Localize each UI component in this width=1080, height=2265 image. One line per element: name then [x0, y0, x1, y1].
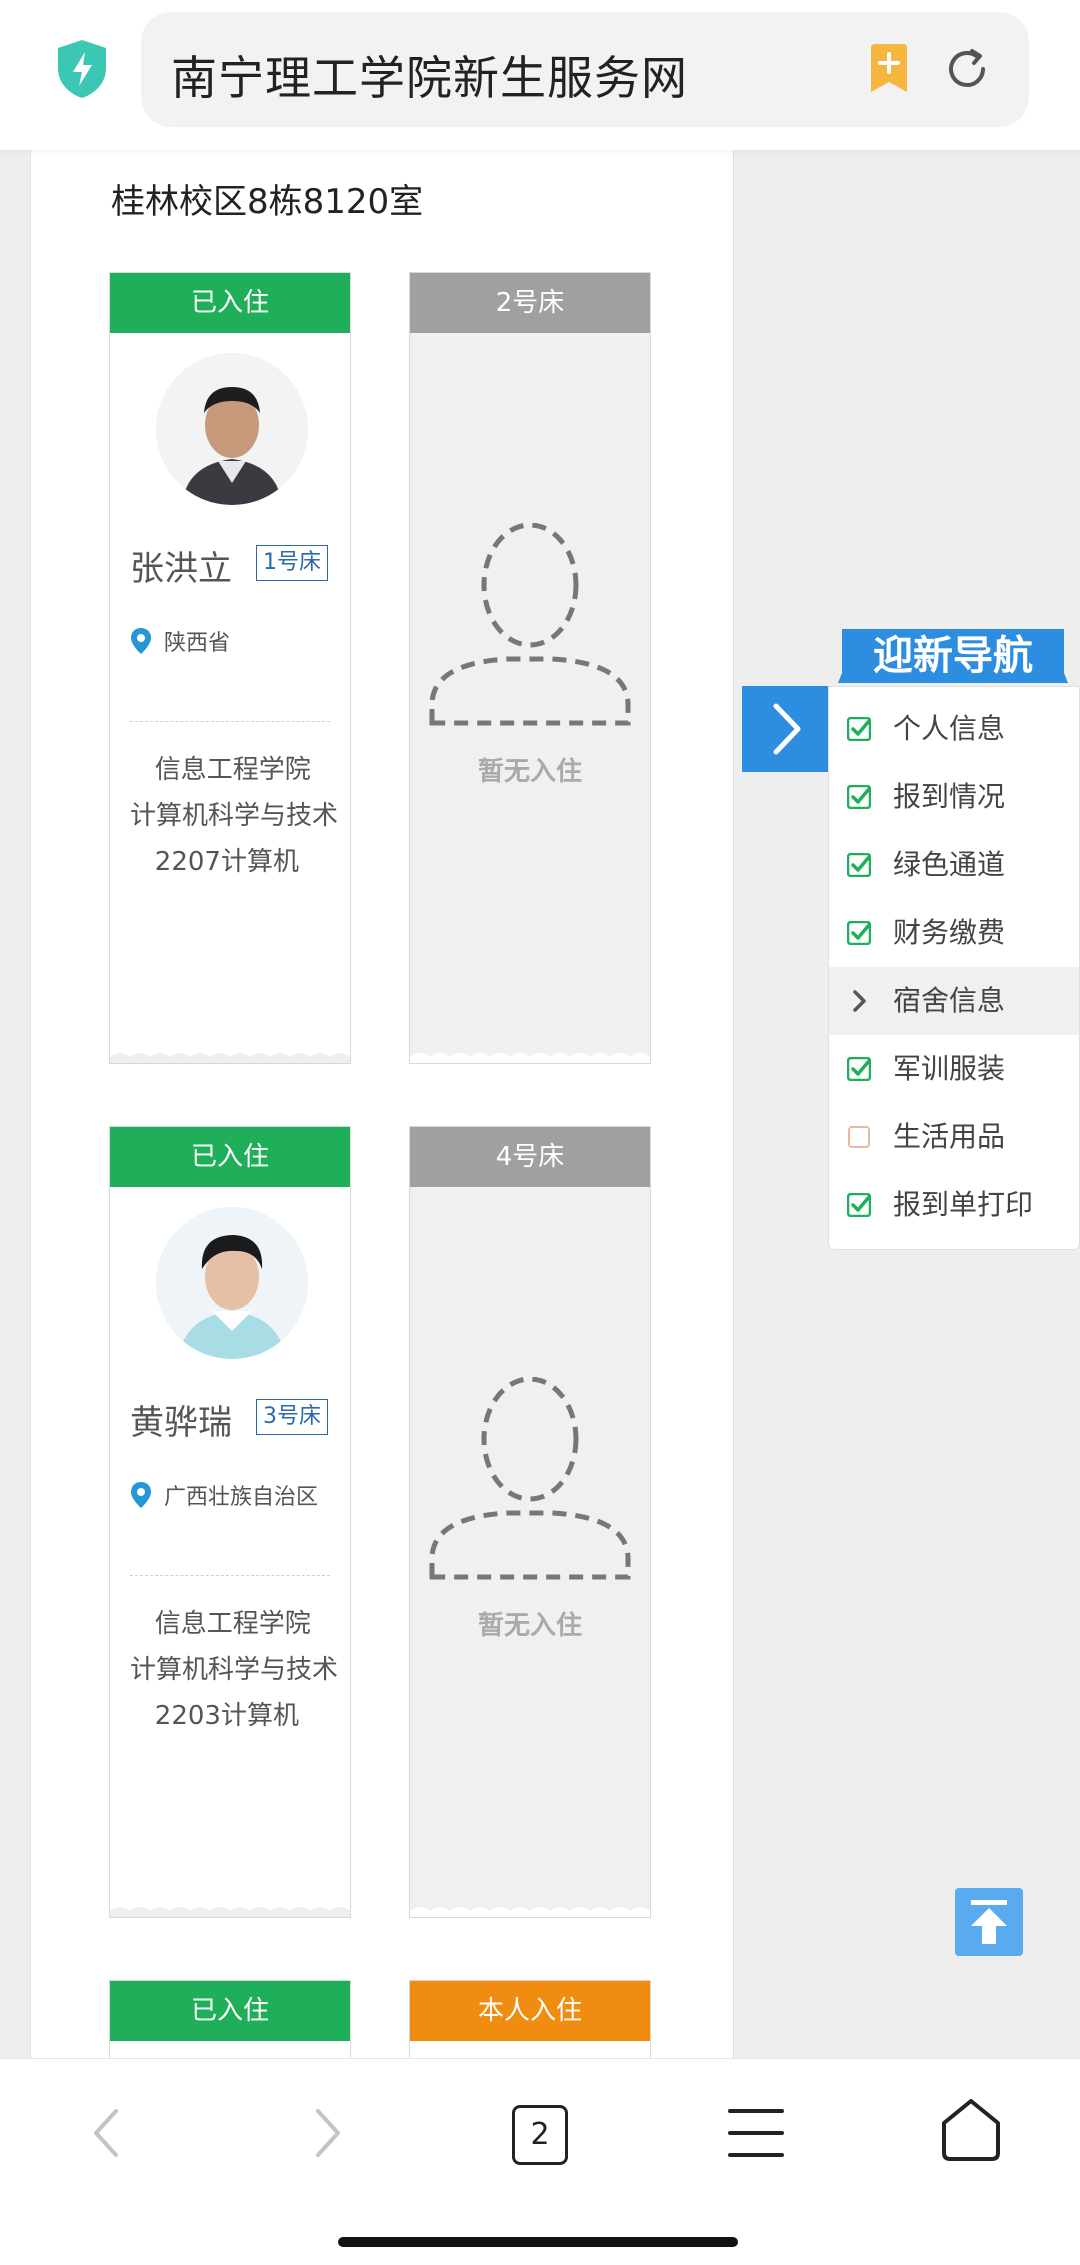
menu-icon[interactable] — [728, 2107, 784, 2159]
bed-status-header: 已入住 — [110, 273, 350, 333]
bed-status-header: 2号床 — [410, 273, 650, 333]
check-icon — [847, 717, 871, 741]
bed-number-tag: 3号床 — [256, 1399, 328, 1435]
nav-item-label: 军训服装 — [893, 1052, 1006, 1085]
student-avatar — [156, 1207, 308, 1359]
bed-status-header: 4号床 — [410, 1127, 650, 1187]
nav-collapse-button[interactable] — [742, 686, 828, 772]
student-college-major-class: 信息工程学院 计算机科学与技术 2207计算机 — [130, 755, 339, 877]
home-icon[interactable] — [940, 2097, 1002, 2163]
check-icon — [847, 921, 871, 945]
check-icon — [847, 1057, 871, 1081]
page-title: 南宁理工学院新生服务网 — [171, 51, 688, 105]
student-avatar — [156, 353, 308, 505]
home-indicator[interactable] — [338, 2237, 738, 2247]
nav-item-registration[interactable]: 报到情况 — [829, 763, 1079, 831]
location-pin-icon — [131, 1482, 151, 1508]
bed-card-2[interactable]: 2号床 暂无入住 — [409, 272, 651, 1064]
empty-person-icon — [429, 1377, 631, 1580]
nav-item-label: 绿色通道 — [893, 848, 1006, 881]
nav-item-dorm-info[interactable]: 宿舍信息 — [829, 967, 1079, 1035]
nav-item-personal-info[interactable]: 个人信息 — [829, 695, 1079, 763]
student-location: 陕西省 — [130, 625, 330, 663]
student-college-major-class: 信息工程学院 计算机科学与技术 2203计算机 — [130, 1609, 339, 1731]
check-icon — [847, 853, 871, 877]
nav-item-label: 报到情况 — [893, 780, 1006, 813]
student-name: 张洪立 — [130, 549, 232, 589]
browser-top-bar: 南宁理工学院新生服务网 — [0, 0, 1080, 150]
add-bookmark-icon[interactable] — [867, 44, 911, 94]
browser-bottom-bar: 2 — [0, 2058, 1080, 2265]
nav-item-green-channel[interactable]: 绿色通道 — [829, 831, 1079, 899]
check-icon — [847, 1193, 871, 1217]
nav-item-military-uniform[interactable]: 军训服装 — [829, 1035, 1079, 1103]
address-bar[interactable]: 南宁理工学院新生服务网 — [141, 12, 1029, 127]
empty-bed-text: 暂无入住 — [477, 1611, 582, 1641]
shield-bolt-icon[interactable] — [54, 38, 110, 100]
room-title: 桂林校区8栋8120室 — [111, 182, 424, 222]
refresh-icon[interactable] — [943, 45, 991, 93]
student-name: 黄骅瑞 — [130, 1403, 232, 1443]
bed-status-header: 本人入住 — [410, 1981, 650, 2041]
nav-title: 迎新导航 — [873, 633, 1033, 679]
bed-card-4[interactable]: 4号床 暂无入住 — [409, 1126, 651, 1918]
bed-number-tag: 1号床 — [256, 545, 328, 581]
divider — [130, 721, 330, 722]
nav-item-label: 宿舍信息 — [893, 984, 1006, 1017]
bed-card-1[interactable]: 已入住 张洪立 1号床 陕西省 信息工程学院 计算机科学与技术 2207计算机 — [109, 272, 351, 1064]
bed-card-3[interactable]: 已入住 黄骅瑞 3号床 广西壮族自治区 信息工程学院 计算机科学与技术 2203… — [109, 1126, 351, 1918]
ticket-edge — [410, 1907, 650, 1917]
student-location: 广西壮族自治区 — [130, 1479, 330, 1517]
nav-item-label: 报到单打印 — [893, 1188, 1034, 1221]
bed-status-header: 已入住 — [110, 1127, 350, 1187]
back-icon[interactable] — [88, 2105, 124, 2161]
nav-item-payment[interactable]: 财务缴费 — [829, 899, 1079, 967]
ticket-edge — [110, 1053, 350, 1063]
ticket-edge — [410, 1053, 650, 1063]
nav-item-label: 个人信息 — [893, 712, 1006, 745]
nav-title-banner: 迎新导航 — [838, 629, 1068, 683]
nav-item-label: 财务缴费 — [893, 916, 1006, 949]
location-text: 陕西省 — [164, 631, 231, 656]
forward-icon[interactable] — [310, 2105, 346, 2161]
unchecked-box-icon — [848, 1126, 870, 1148]
dorm-panel: 桂林校区8栋8120室 已入住 张洪立 1号床 陕西省 信息工程学院 计算机科学… — [30, 150, 734, 2102]
nav-item-daily-supplies[interactable]: 生活用品 — [829, 1103, 1079, 1171]
nav-item-label: 生活用品 — [893, 1120, 1006, 1153]
empty-bed-text: 暂无入住 — [477, 757, 582, 787]
chevron-right-icon — [853, 990, 866, 1012]
arrow-up-icon — [971, 1900, 1007, 1944]
nav-item-print-form[interactable]: 报到单打印 — [829, 1171, 1079, 1239]
ticket-edge — [110, 1907, 350, 1917]
back-to-top-button[interactable] — [955, 1888, 1023, 1956]
bed-status-header: 已入住 — [110, 1981, 350, 2041]
chevron-right-icon — [773, 703, 801, 755]
check-icon — [847, 785, 871, 809]
tabs-button[interactable]: 2 — [512, 2105, 568, 2165]
welcome-nav-menu: 个人信息 报到情况 绿色通道 财务缴费 宿舍信息 军训服装 生活用品 报到单打印 — [828, 686, 1080, 1250]
location-pin-icon — [131, 628, 151, 654]
location-text: 广西壮族自治区 — [164, 1485, 319, 1510]
empty-person-icon — [429, 523, 631, 726]
divider — [130, 1575, 330, 1576]
